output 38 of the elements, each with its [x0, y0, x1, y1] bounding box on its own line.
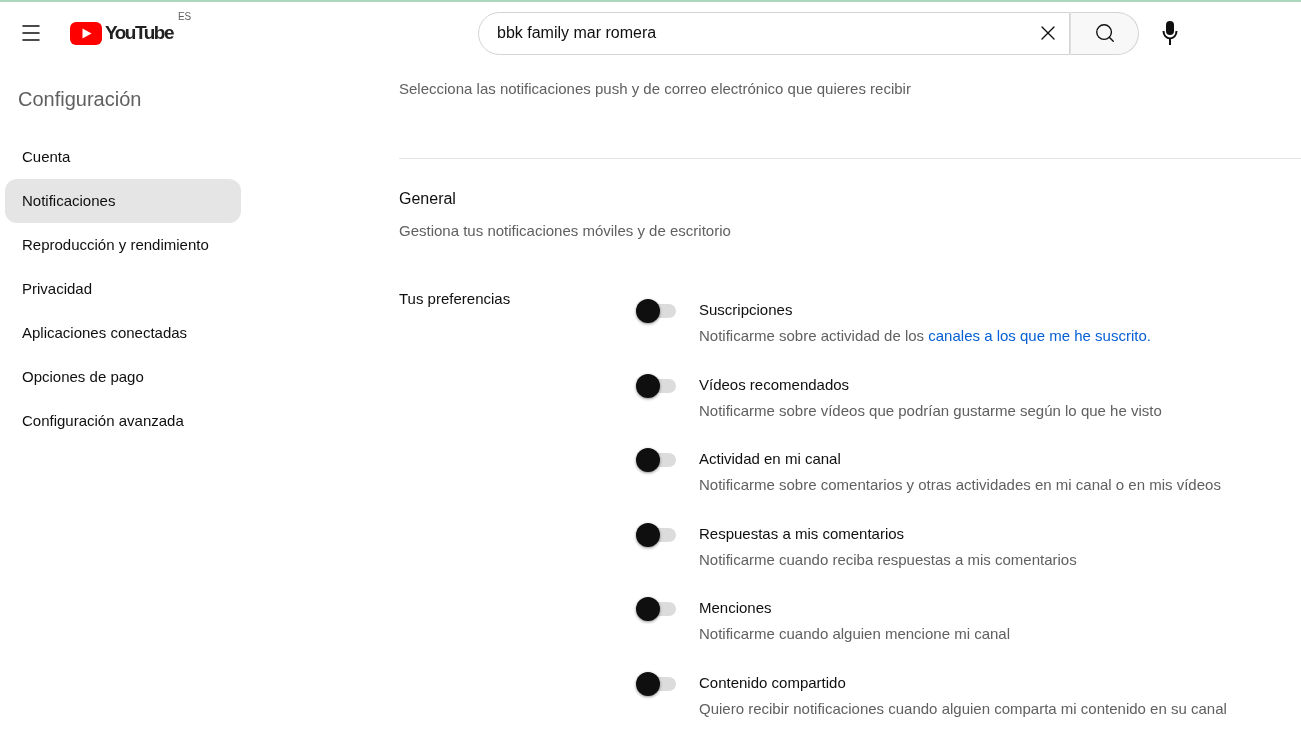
- toggle-switch[interactable]: [636, 597, 676, 621]
- sidebar-item[interactable]: Opciones de pago: [5, 355, 241, 399]
- play-logo-icon: [70, 21, 102, 45]
- option-description: Notificarme cuando reciba respuestas a mis comentarios: [699, 549, 1077, 570]
- region-code: ES: [177, 11, 192, 23]
- sidebar-item[interactable]: Cuenta: [5, 135, 241, 179]
- option-title: Menciones: [699, 598, 772, 618]
- option-title: Actividad en mi canal: [699, 449, 841, 469]
- toggle-switch[interactable]: [636, 448, 676, 472]
- option-title: Suscripciones: [699, 300, 793, 320]
- toggle-switch[interactable]: [636, 299, 676, 323]
- microphone-icon: [1162, 21, 1178, 45]
- toggle-switch[interactable]: [636, 373, 676, 398]
- sidebar-title: Configuración: [18, 87, 142, 112]
- option-title: Contenido compartido: [699, 672, 846, 693]
- option-title: Respuestas a mis comentarios: [699, 523, 905, 544]
- option-description: Notificarme sobre actividad de los canales a los que me he suscrito.: [699, 326, 1151, 346]
- option-description: Notificarme sobre comentarios y otras actividades en mi canal o en mis vídeos: [699, 475, 1221, 495]
- group-label: Tus preferencias: [399, 290, 511, 307]
- subscriptions-link[interactable]: canales a los que me he suscrito.: [928, 327, 1151, 344]
- sidebar-item[interactable]: Reproducción y rendimiento: [5, 223, 241, 267]
- option-description: Notificarme cuando alguien mencione mi canal: [699, 624, 1010, 644]
- logo-wordmark: YouTube: [105, 21, 173, 45]
- toggle-switch[interactable]: [636, 671, 676, 696]
- intro-text: Selecciona las notificaciones push y de correo electrónico que quieres recibir: [399, 79, 911, 99]
- section-subtitle: Gestiona tus notificaciones móviles y de escritorio: [399, 221, 731, 241]
- search-button[interactable]: [1070, 11, 1139, 55]
- sidebar-item[interactable]: Aplicaciones conectadas: [5, 311, 241, 355]
- option-title: Vídeos recomendados: [699, 374, 850, 395]
- sidebar-item[interactable]: Configuración avanzada: [5, 399, 241, 443]
- option-description: Notificarme sobre vídeos que podrían gustarme según lo que he visto: [699, 400, 1162, 421]
- search-field[interactable]: bbk family mar romera: [478, 11, 1070, 55]
- search-icon: [1093, 22, 1116, 44]
- toggle-switch[interactable]: [636, 522, 676, 547]
- section-title: General: [399, 189, 456, 209]
- option-description: Quiero recibir notificaciones cuando alguien comparta mi contenido en su canal: [699, 698, 1227, 719]
- sidebar-item[interactable]: Privacidad: [5, 267, 241, 311]
- sidebar-item[interactable]: Notificaciones: [5, 179, 241, 223]
